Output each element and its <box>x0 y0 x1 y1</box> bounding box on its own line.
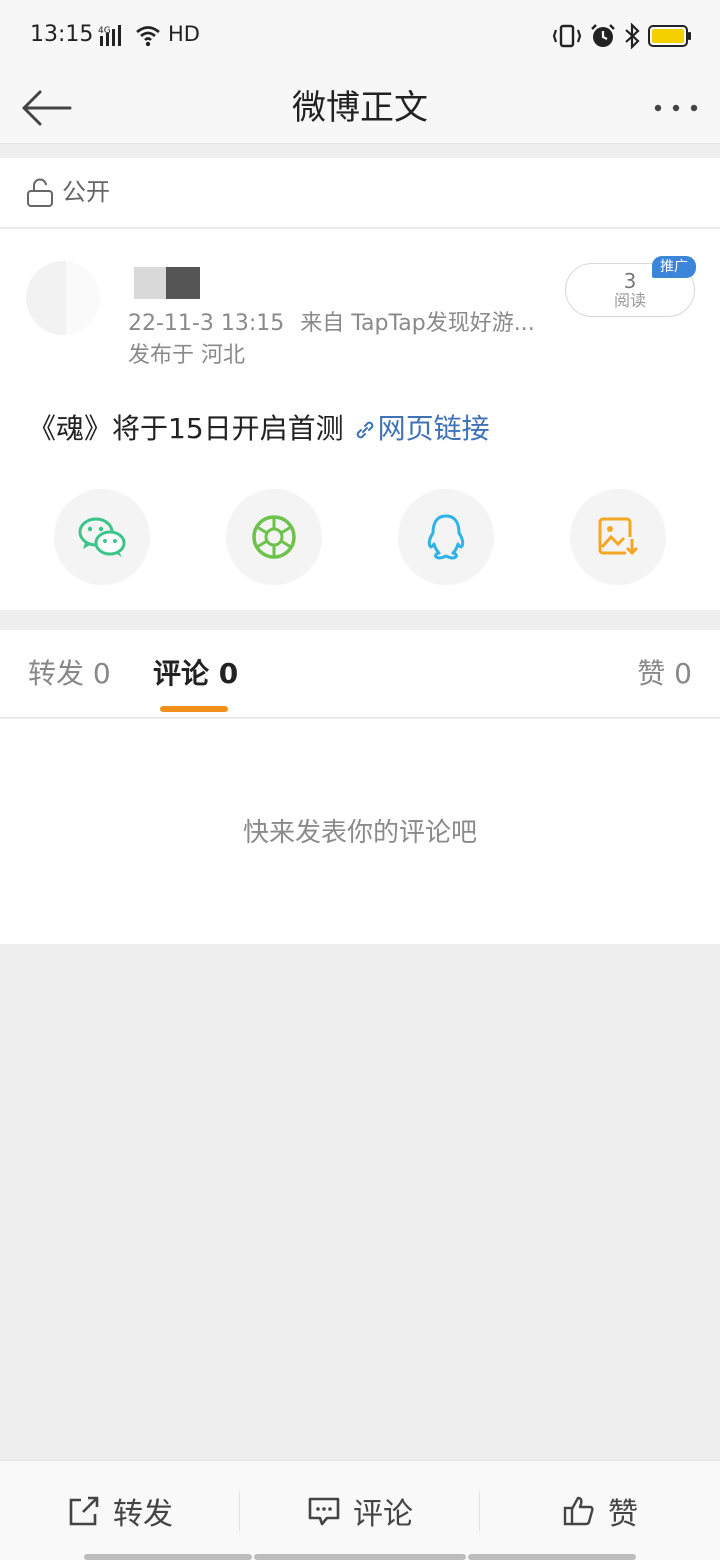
save-image-button[interactable] <box>570 489 666 585</box>
more-button[interactable] <box>646 80 706 136</box>
link-icon <box>356 421 373 439</box>
comment-button[interactable]: 评论 <box>240 1461 480 1560</box>
battery-icon <box>648 25 691 47</box>
hd-label: HD <box>168 22 200 46</box>
status-time: 13:15 <box>30 22 94 47</box>
post-location: 发布于 河北 <box>128 343 245 368</box>
unlock-icon <box>26 178 54 212</box>
web-link-label: 网页链接 <box>377 412 490 445</box>
qq-icon <box>427 514 465 560</box>
tab-like[interactable]: 赞 0 <box>637 654 692 694</box>
username-redacted[interactable] <box>134 267 200 299</box>
empty-comments-text: 快来发表你的评论吧 <box>242 818 477 848</box>
tab-comment[interactable]: 评论 0 <box>153 654 238 694</box>
post-body: 《魂》将于15日开启首测 <box>28 412 344 445</box>
post-time: 22-11-3 13:15 <box>128 311 285 336</box>
repost-icon <box>69 1496 99 1526</box>
moments-icon <box>252 515 296 559</box>
visibility-label: 公开 <box>62 178 110 206</box>
wechat-icon <box>78 517 126 557</box>
share-row <box>0 489 720 589</box>
wifi-icon <box>136 26 160 47</box>
save-image-icon <box>598 517 639 557</box>
alarm-icon <box>591 24 615 47</box>
signal-icon: 4G <box>98 24 162 52</box>
comments-empty-state: 快来发表你的评论吧 <box>0 719 720 944</box>
like-button[interactable]: 赞 <box>480 1461 720 1560</box>
share-moments-button[interactable] <box>226 489 322 585</box>
tab-repost[interactable]: 转发 0 <box>28 654 111 694</box>
interaction-tabs: 转发 0 评论 0 赞 0 <box>0 630 720 718</box>
nav-bar: 微博正文 <box>0 72 720 144</box>
comment-icon <box>308 1497 340 1526</box>
repost-label: 转发 <box>113 1497 173 1532</box>
post-text: 《魂》将于15日开启首测 网页链接 <box>28 409 490 449</box>
post-meta: 22-11-3 13:15 来自 TapTap发现好游... <box>128 309 535 339</box>
vibrate-icon <box>552 24 582 48</box>
promo-badge: 推广 <box>652 256 696 278</box>
share-qq-button[interactable] <box>398 489 494 585</box>
comment-label: 评论 <box>353 1497 413 1532</box>
share-wechat-button[interactable] <box>54 489 150 585</box>
home-indicator-segment <box>254 1554 466 1560</box>
status-icons <box>552 20 692 52</box>
visibility-row: 公开 <box>0 158 720 228</box>
active-tab-indicator <box>160 706 228 712</box>
post-source[interactable]: 来自 TapTap发现好游... <box>300 311 534 336</box>
web-link[interactable]: 网页链接 <box>344 412 490 445</box>
home-indicator-segment <box>84 1554 252 1560</box>
page-title: 微博正文 <box>292 88 428 128</box>
read-count-box[interactable]: 3 阅读 推广 <box>565 256 696 317</box>
thumbs-up-icon <box>563 1496 594 1526</box>
avatar[interactable] <box>26 261 100 335</box>
home-indicator-segment <box>468 1554 636 1560</box>
like-label: 赞 <box>608 1497 638 1532</box>
bluetooth-icon <box>625 23 640 49</box>
read-label: 阅读 <box>613 291 646 310</box>
status-bar: 13:15 4G HD <box>0 0 720 72</box>
post-card: 22-11-3 13:15 来自 TapTap发现好游... 发布于 河北 3 阅… <box>0 229 720 610</box>
repost-button[interactable]: 转发 <box>0 1461 240 1560</box>
more-dots-icon <box>654 104 698 112</box>
bottom-toolbar: 转发 评论 赞 <box>0 1460 720 1560</box>
